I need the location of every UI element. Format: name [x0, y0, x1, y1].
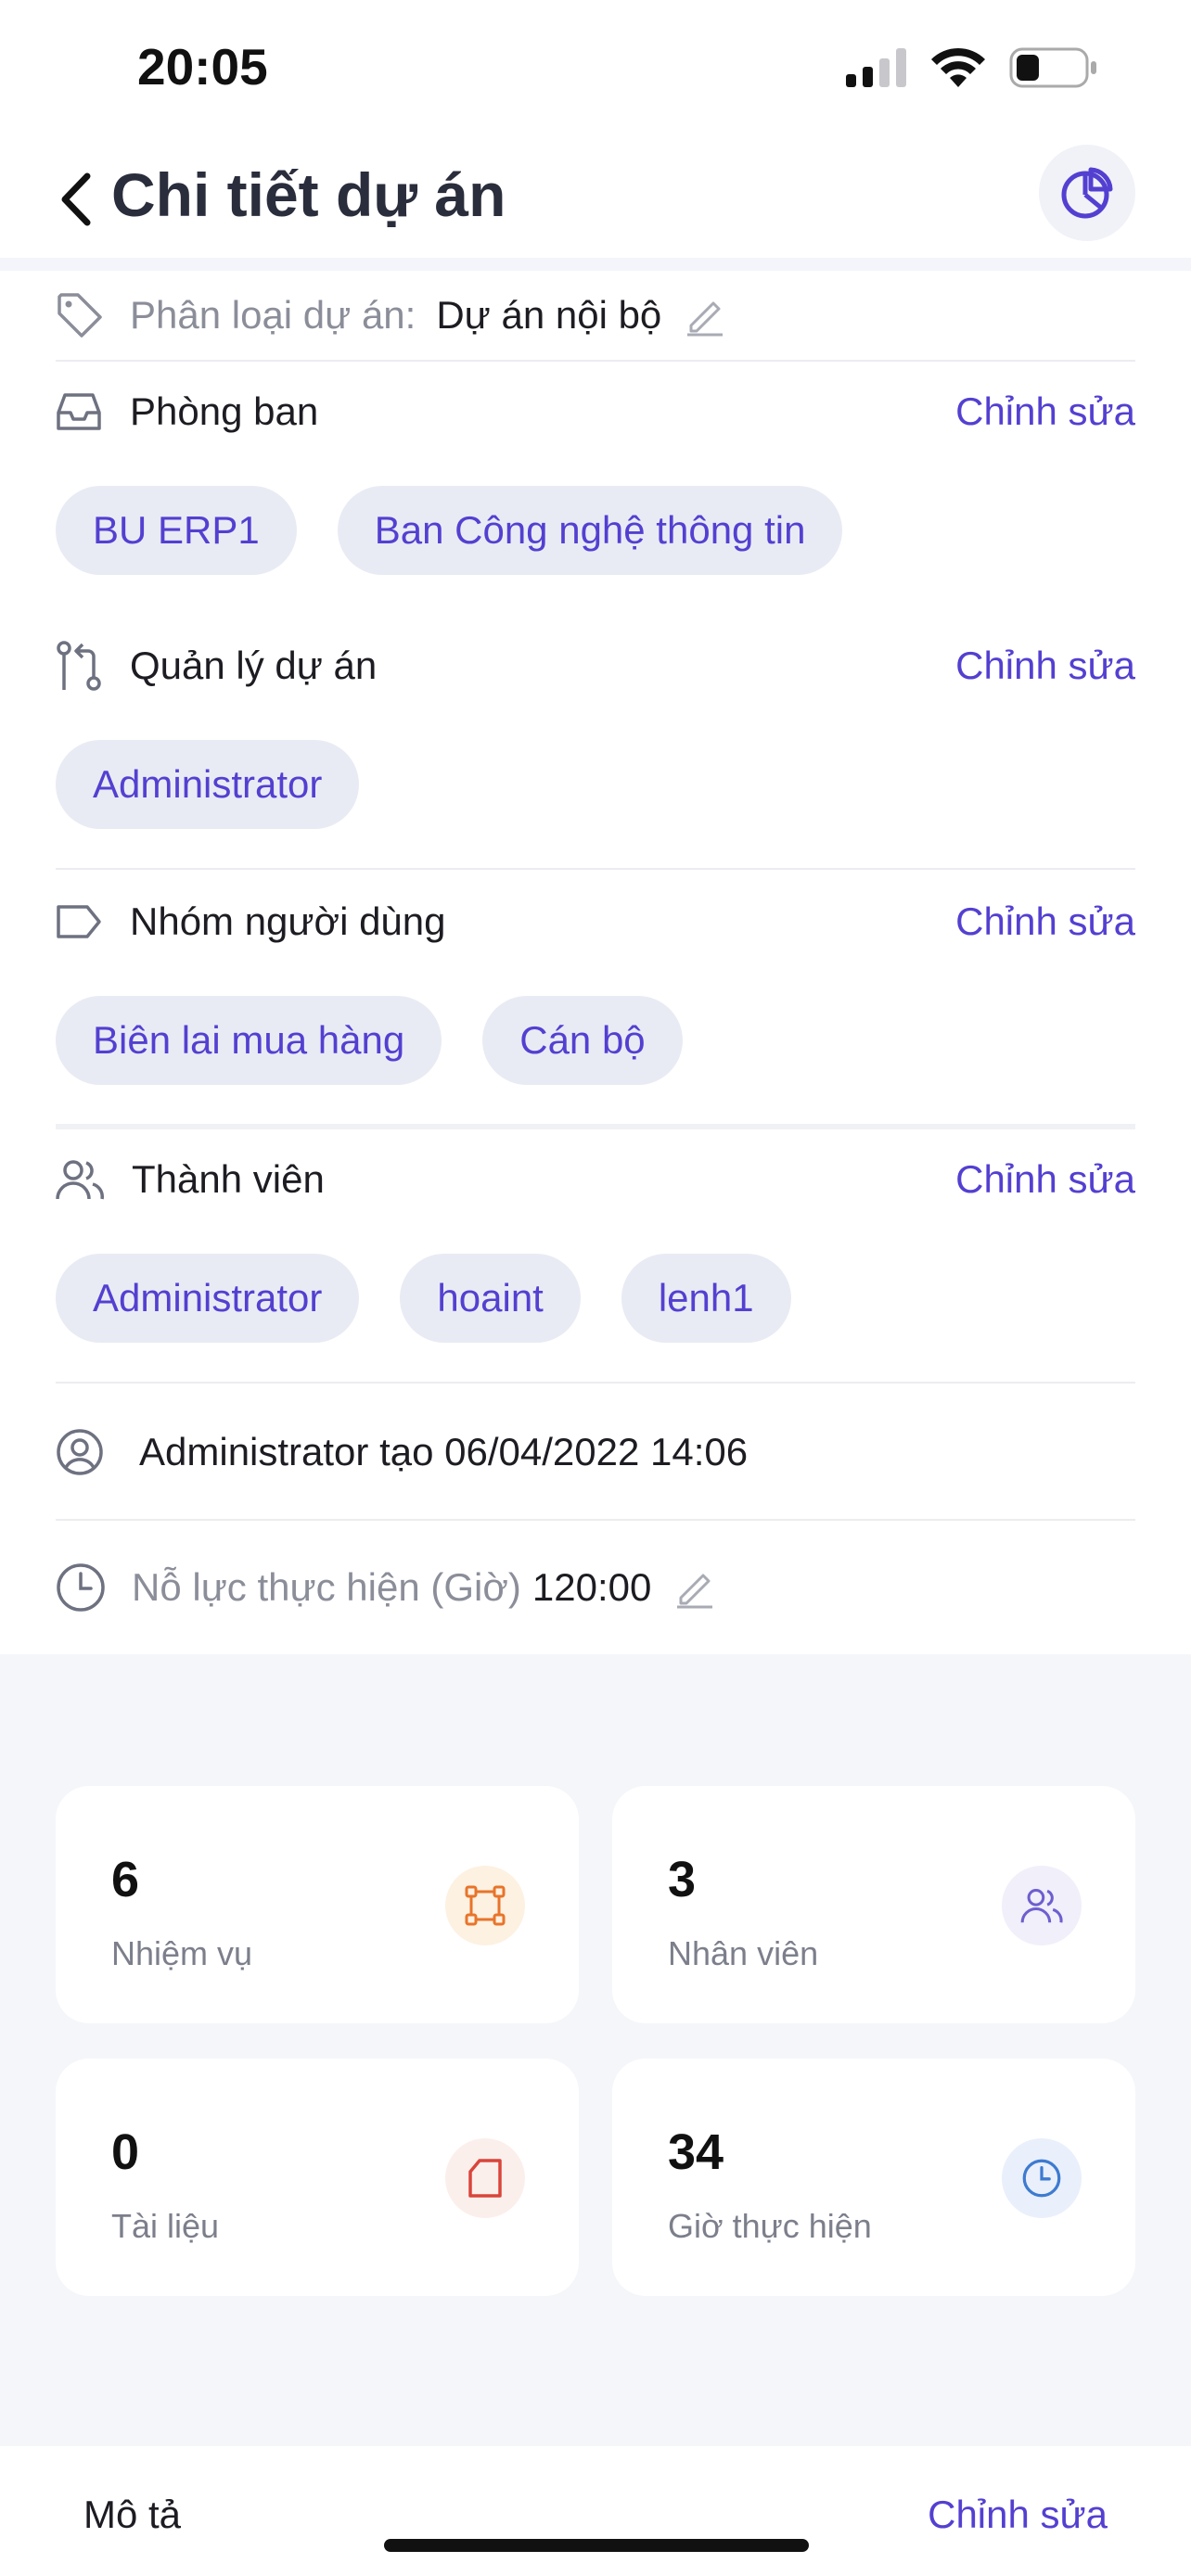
user-circle-icon — [57, 1429, 103, 1475]
signal-icon — [846, 48, 906, 87]
clock-icon — [57, 1563, 105, 1612]
departments-label: Phòng ban — [130, 389, 319, 433]
back-arrow-icon[interactable] — [46, 167, 111, 232]
page-title: Chi tiết dự án — [111, 160, 506, 229]
description-section: Mô tả Chỉnh sửa — [0, 2446, 1191, 2576]
managers-header: Quản lý dự án Chỉnh sửa — [56, 629, 1135, 703]
edit-pencil-icon[interactable] — [684, 294, 726, 337]
departments-header: Phòng ban Chỉnh sửa — [56, 375, 1135, 449]
chart-button[interactable] — [1039, 145, 1135, 241]
divider — [56, 1124, 1135, 1129]
stat-value: 34 — [668, 2124, 724, 2180]
inbox-icon — [57, 393, 101, 430]
effort-value: 120:00 — [531, 1565, 652, 1609]
member-chip[interactable]: hoaint — [400, 1254, 581, 1343]
description-edit-link[interactable]: Chỉnh sửa — [928, 2493, 1108, 2537]
task-graph-icon — [445, 1866, 525, 1945]
divider — [56, 1519, 1135, 1521]
managers-chips: Administrator — [56, 740, 360, 829]
stat-value: 0 — [111, 2124, 140, 2180]
document-icon — [445, 2138, 525, 2218]
user-groups-header: Nhóm người dùng Chỉnh sửa — [56, 885, 1135, 959]
classification-value: Dự án nội bộ — [436, 293, 662, 337]
effort-row: Nỗ lực thực hiện (Giờ) 120:00 — [56, 1541, 1135, 1634]
departments-edit-link[interactable]: Chỉnh sửa — [955, 389, 1135, 434]
classification-label: Phân loại dự án: — [130, 293, 416, 337]
created-row: Administrator tạo 06/04/2022 14:06 — [56, 1406, 1135, 1498]
git-compare-icon — [57, 641, 101, 691]
manager-chip[interactable]: Administrator — [56, 740, 360, 829]
member-chip[interactable]: Administrator — [56, 1254, 360, 1343]
divider — [56, 360, 1135, 362]
label-tag-icon — [57, 905, 101, 938]
stat-value: 6 — [111, 1852, 140, 1907]
wifi-icon — [931, 47, 985, 87]
managers-edit-link[interactable]: Chỉnh sửa — [955, 644, 1135, 688]
edit-pencil-icon[interactable] — [673, 1566, 716, 1609]
members-label: Thành viên — [132, 1157, 325, 1201]
stat-label: Tài liệu — [111, 2207, 220, 2245]
stat-card-hours[interactable]: 34 Giờ thực hiện — [612, 2059, 1135, 2296]
department-chip[interactable]: BU ERP1 — [56, 486, 297, 575]
stat-card-tasks[interactable]: 6 Nhiệm vụ — [56, 1786, 579, 2023]
created-text: Administrator tạo 06/04/2022 14:06 — [139, 1430, 749, 1473]
status-bar: 20:05 — [0, 0, 1191, 139]
description-label: Mô tả — [83, 2493, 182, 2536]
users-icon — [56, 1160, 104, 1200]
stats-section: 6 Nhiệm vụ 3 Nhân viên 0 Tài liệu 34 Giờ… — [0, 1654, 1191, 2446]
user-group-chip[interactable]: Biên lai mua hàng — [56, 996, 442, 1085]
status-time: 20:05 — [137, 38, 268, 96]
member-chip[interactable]: lenh1 — [621, 1254, 791, 1343]
user-groups-edit-link[interactable]: Chỉnh sửa — [955, 899, 1135, 944]
stat-value: 3 — [668, 1852, 697, 1907]
members-chips: Administrator hoaint lenh1 — [56, 1254, 791, 1343]
classification-row: Phân loại dự án: Dự án nội bộ — [56, 271, 1135, 360]
effort-label: Nỗ lực thực hiện (Giờ) — [132, 1565, 521, 1609]
stat-card-staff[interactable]: 3 Nhân viên — [612, 1786, 1135, 2023]
home-indicator[interactable] — [384, 2539, 809, 2552]
user-groups-chips: Biên lai mua hàng Cán bộ — [56, 996, 683, 1085]
divider — [56, 868, 1135, 870]
header-divider — [0, 258, 1191, 271]
stat-label: Nhiệm vụ — [111, 1934, 253, 1972]
people-icon — [1002, 1866, 1082, 1945]
stat-card-documents[interactable]: 0 Tài liệu — [56, 2059, 579, 2296]
department-chip[interactable]: Ban Công nghệ thông tin — [337, 486, 843, 575]
members-header: Thành viên Chỉnh sửa — [56, 1142, 1135, 1217]
battery-icon — [1009, 47, 1096, 88]
top-nav: Chi tiết dự án — [0, 139, 1191, 260]
pie-chart-icon — [1061, 167, 1113, 219]
departments-chips: BU ERP1 Ban Công nghệ thông tin — [56, 486, 843, 575]
stat-label: Giờ thực hiện — [668, 2207, 872, 2245]
stat-label: Nhân viên — [668, 1934, 819, 1972]
user-group-chip[interactable]: Cán bộ — [482, 996, 683, 1085]
divider — [56, 1382, 1135, 1384]
managers-label: Quản lý dự án — [130, 644, 378, 687]
clock-icon — [1002, 2138, 1082, 2218]
user-groups-label: Nhóm người dùng — [130, 899, 446, 943]
members-edit-link[interactable]: Chỉnh sửa — [955, 1157, 1135, 1202]
tag-icon — [58, 293, 102, 338]
status-icons — [846, 46, 1098, 89]
